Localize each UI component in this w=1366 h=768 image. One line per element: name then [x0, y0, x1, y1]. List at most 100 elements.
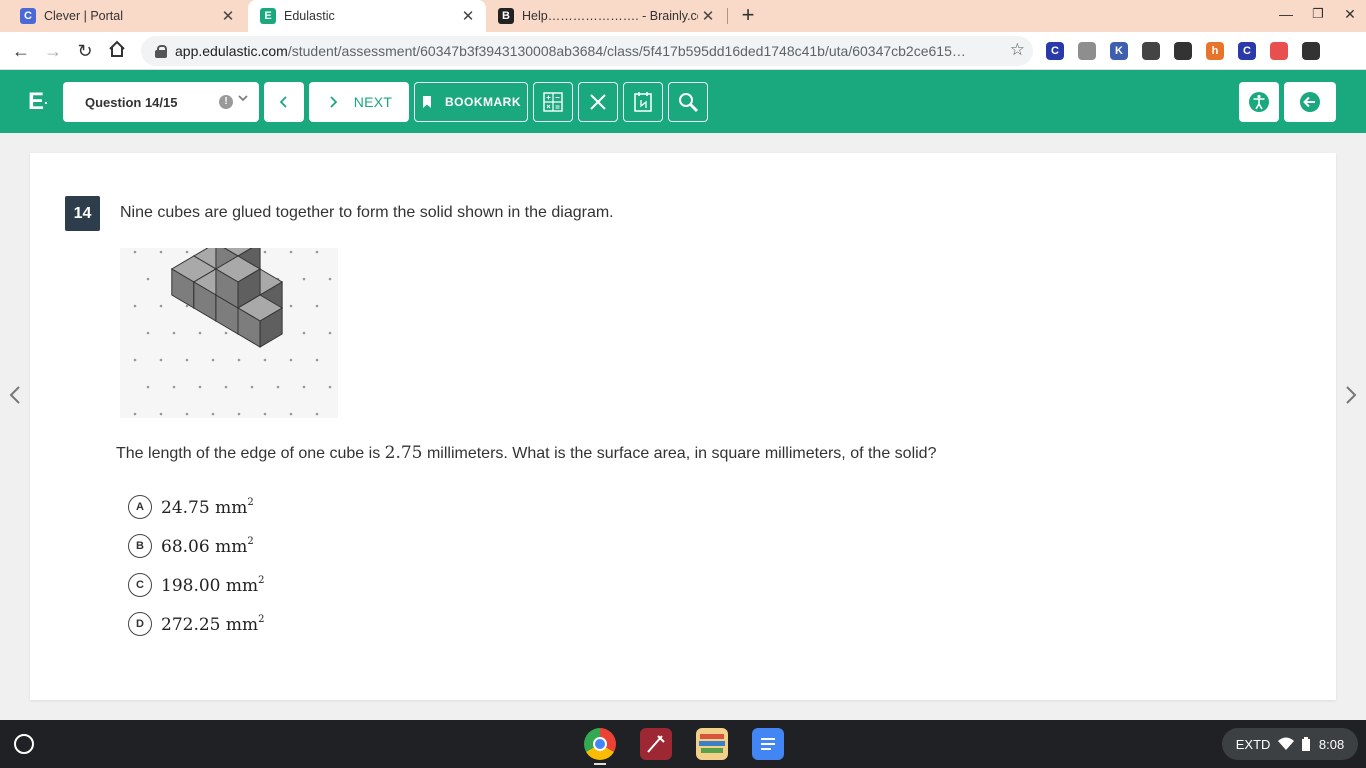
next-label: NEXT: [353, 94, 393, 110]
books-app-icon[interactable]: [696, 728, 728, 760]
chevron-down-icon: [237, 92, 249, 107]
bookmark-star-icon[interactable]: ☆: [1010, 40, 1025, 60]
bookmark-button[interactable]: BOOKMARK: [414, 82, 528, 122]
chat-extension-icon[interactable]: [1142, 42, 1160, 60]
choice-letter-badge: B: [128, 534, 152, 558]
bookmark-icon: [423, 96, 431, 108]
restore-window-icon[interactable]: ❐: [1306, 6, 1330, 22]
magnifier-button[interactable]: [668, 82, 708, 122]
scratchpad-icon: [634, 92, 652, 112]
os-taskbar: EXTD 8:08: [0, 720, 1366, 768]
tab-title: Help…………………. - Brainly.com: [522, 9, 698, 23]
answer-choice-b[interactable]: B 68.06 mm2: [128, 534, 254, 558]
url-path: /student/assessment/60347b3f3943130008ab…: [287, 43, 966, 59]
calculator-icon: [543, 92, 563, 112]
kami-extension-icon[interactable]: K: [1110, 42, 1128, 60]
answer-choice-a[interactable]: A 24.75 mm2: [128, 495, 254, 519]
new-tab-button[interactable]: +: [736, 4, 760, 28]
clock-time: 8:08: [1318, 736, 1345, 752]
choice-value: 68.06 mm2: [161, 536, 254, 557]
question-number-badge: 14: [65, 196, 100, 231]
choice-value-text: 24.75 mm: [161, 497, 248, 518]
active-app-indicator: [594, 763, 606, 765]
brainly-favicon-icon: B: [498, 8, 514, 24]
lock-icon: [155, 45, 167, 58]
back-arrow-icon[interactable]: ←: [10, 40, 32, 62]
logo-letter: E: [28, 88, 45, 115]
close-tab-icon[interactable]: ✕: [218, 7, 238, 25]
calculator-button[interactable]: [533, 82, 573, 122]
status-tray[interactable]: EXTD 8:08: [1222, 728, 1358, 760]
close-tab-icon[interactable]: ✕: [458, 7, 478, 25]
accessibility-button[interactable]: [1239, 82, 1279, 122]
choice-value-text: 68.06 mm: [161, 536, 248, 557]
choice-exponent: 2: [258, 613, 265, 625]
chrome-app-icon[interactable]: [584, 728, 616, 760]
question-card: 14 Nine cubes are glued together to form…: [30, 153, 1336, 700]
chevron-left-icon: [279, 96, 287, 108]
browser-tab-strip: C Clever | Portal ✕ E Edulastic ✕ B Help…: [0, 0, 1366, 32]
question-selector[interactable]: Question 14/15 !: [63, 82, 259, 122]
target-extension-icon[interactable]: [1174, 42, 1192, 60]
answer-choice-d[interactable]: D 272.25 mm2: [128, 612, 265, 636]
answer-choice-c[interactable]: C 198.00 mm2: [128, 573, 265, 597]
home-icon[interactable]: [106, 40, 128, 62]
tab-clever-portal[interactable]: C Clever | Portal ✕: [0, 0, 246, 32]
launcher-icon[interactable]: [14, 734, 34, 754]
choice-letter-badge: C: [128, 573, 152, 597]
url-text: app.edulastic.com/student/assessment/603…: [175, 43, 995, 59]
choice-letter-badge: D: [128, 612, 152, 636]
choice-exponent: 2: [258, 574, 265, 586]
choice-value-text: 198.00 mm: [161, 575, 259, 596]
clever-extension-icon[interactable]: C: [1046, 42, 1064, 60]
close-tab-icon[interactable]: ✕: [698, 7, 718, 25]
isometric-dot-grid: [120, 229, 338, 418]
answer-eliminator-button[interactable]: [578, 82, 618, 122]
choice-value: 24.75 mm2: [161, 497, 254, 518]
browser-toolbar: ← → ↻ app.edulastic.com/student/assessme…: [0, 32, 1366, 70]
url-domain: app.edulastic.com: [175, 43, 288, 59]
question-selector-label: Question 14/15: [85, 94, 178, 110]
exit-arrow-icon: [1300, 92, 1320, 112]
tab-edulastic[interactable]: E Edulastic ✕: [248, 0, 486, 32]
clever-favicon-icon: C: [20, 8, 36, 24]
question-body-text: millimeters. What is the surface area, i…: [422, 445, 937, 462]
pen-app-icon[interactable]: [640, 728, 672, 760]
reload-icon[interactable]: ↻: [74, 40, 96, 62]
previous-page-arrow-icon[interactable]: [8, 385, 22, 411]
next-question-button[interactable]: NEXT: [309, 82, 409, 122]
forward-arrow-icon[interactable]: →: [42, 40, 64, 62]
close-icon: [590, 94, 606, 110]
clever-badge-extension-icon[interactable]: C: [1238, 42, 1256, 60]
accessibility-icon: [1249, 92, 1269, 112]
edulastic-favicon-icon: E: [260, 8, 276, 24]
choice-exponent: 2: [247, 535, 254, 547]
edge-length-value: 2.75: [384, 443, 423, 463]
tab-divider: [727, 8, 728, 24]
magnifier-icon: [679, 93, 699, 113]
choice-letter-badge: A: [128, 495, 152, 519]
cube-solid-diagram: [120, 229, 338, 423]
tab-brainly[interactable]: B Help…………………. - Brainly.com ✕: [486, 0, 726, 32]
choice-value-text: 272.25 mm: [161, 614, 259, 635]
screencast-extension-icon[interactable]: [1270, 42, 1288, 60]
honey-extension-icon[interactable]: h: [1206, 42, 1224, 60]
tab-title: Clever | Portal: [44, 9, 123, 23]
address-bar[interactable]: app.edulastic.com/student/assessment/603…: [141, 36, 1033, 66]
exit-button[interactable]: [1284, 82, 1336, 122]
scratchpad-button[interactable]: [623, 82, 663, 122]
close-window-icon[interactable]: ✕: [1338, 6, 1362, 23]
question-prompt: Nine cubes are glued together to form th…: [120, 204, 614, 221]
edulastic-logo: E·: [28, 88, 49, 115]
tabs-extension-icon[interactable]: [1078, 42, 1096, 60]
puzzle-extension-icon[interactable]: [1302, 42, 1320, 60]
minimize-window-icon[interactable]: —: [1274, 6, 1298, 22]
previous-question-button[interactable]: [264, 82, 304, 122]
next-page-arrow-icon[interactable]: [1344, 385, 1358, 411]
display-mode-label: EXTD: [1235, 736, 1271, 752]
bookmark-label: BOOKMARK: [445, 95, 521, 109]
docs-app-icon[interactable]: [752, 728, 784, 760]
wifi-icon: [1277, 737, 1294, 750]
assessment-header: E· Question 14/15 ! NEXT BOOKMARK: [0, 70, 1366, 133]
choice-exponent: 2: [247, 496, 254, 508]
